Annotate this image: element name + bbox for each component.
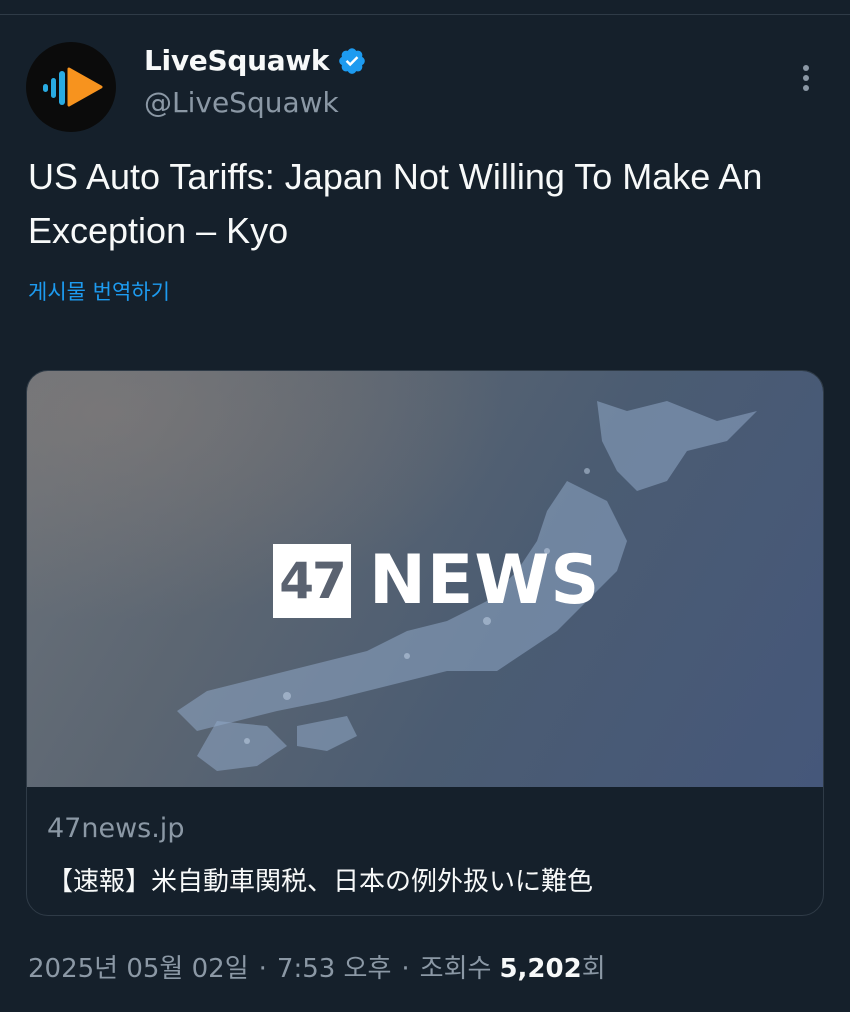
author-name-row[interactable]: LiveSquawk	[144, 44, 367, 77]
verified-badge-icon	[339, 47, 366, 74]
livesquawk-logo-icon	[43, 67, 103, 107]
news-logo-number: 47	[273, 543, 351, 618]
news-logo-text: NEWS	[369, 541, 601, 620]
author-name[interactable]: LiveSquawk	[144, 44, 330, 77]
post-time[interactable]: 7:53 오후	[277, 948, 392, 985]
link-card[interactable]: 47 NEWS 47news.jp 【速報】米自動車関税、日本の例外扱いに難色	[26, 370, 824, 916]
views-count: 5,202	[499, 954, 582, 984]
card-title: 【速報】米自動車関税、日本の例外扱いに難色	[47, 867, 594, 897]
author-handle[interactable]: @LiveSquawk	[144, 86, 339, 119]
meta-separator: ·	[258, 954, 267, 984]
views-suffix: 회	[581, 954, 606, 984]
post-date[interactable]: 2025년 05월 02일	[28, 948, 249, 985]
card-image: 47 NEWS	[27, 371, 823, 787]
post-text: US Auto Tariffs: Japan Not Willing To Ma…	[28, 156, 763, 251]
more-options-button[interactable]	[786, 56, 826, 100]
meta-separator: ·	[401, 954, 410, 984]
news-logo: 47 NEWS	[273, 541, 600, 620]
avatar[interactable]	[26, 42, 116, 132]
card-domain: 47news.jp	[47, 813, 185, 844]
views-label: 조회수	[419, 954, 492, 984]
translate-post-link[interactable]: 게시물 번역하기	[28, 276, 170, 306]
more-options-icon	[803, 65, 809, 91]
top-divider	[0, 14, 850, 15]
post-meta: 2025년 05월 02일 · 7:53 오후 · 조회수 5,202 회	[28, 948, 606, 985]
